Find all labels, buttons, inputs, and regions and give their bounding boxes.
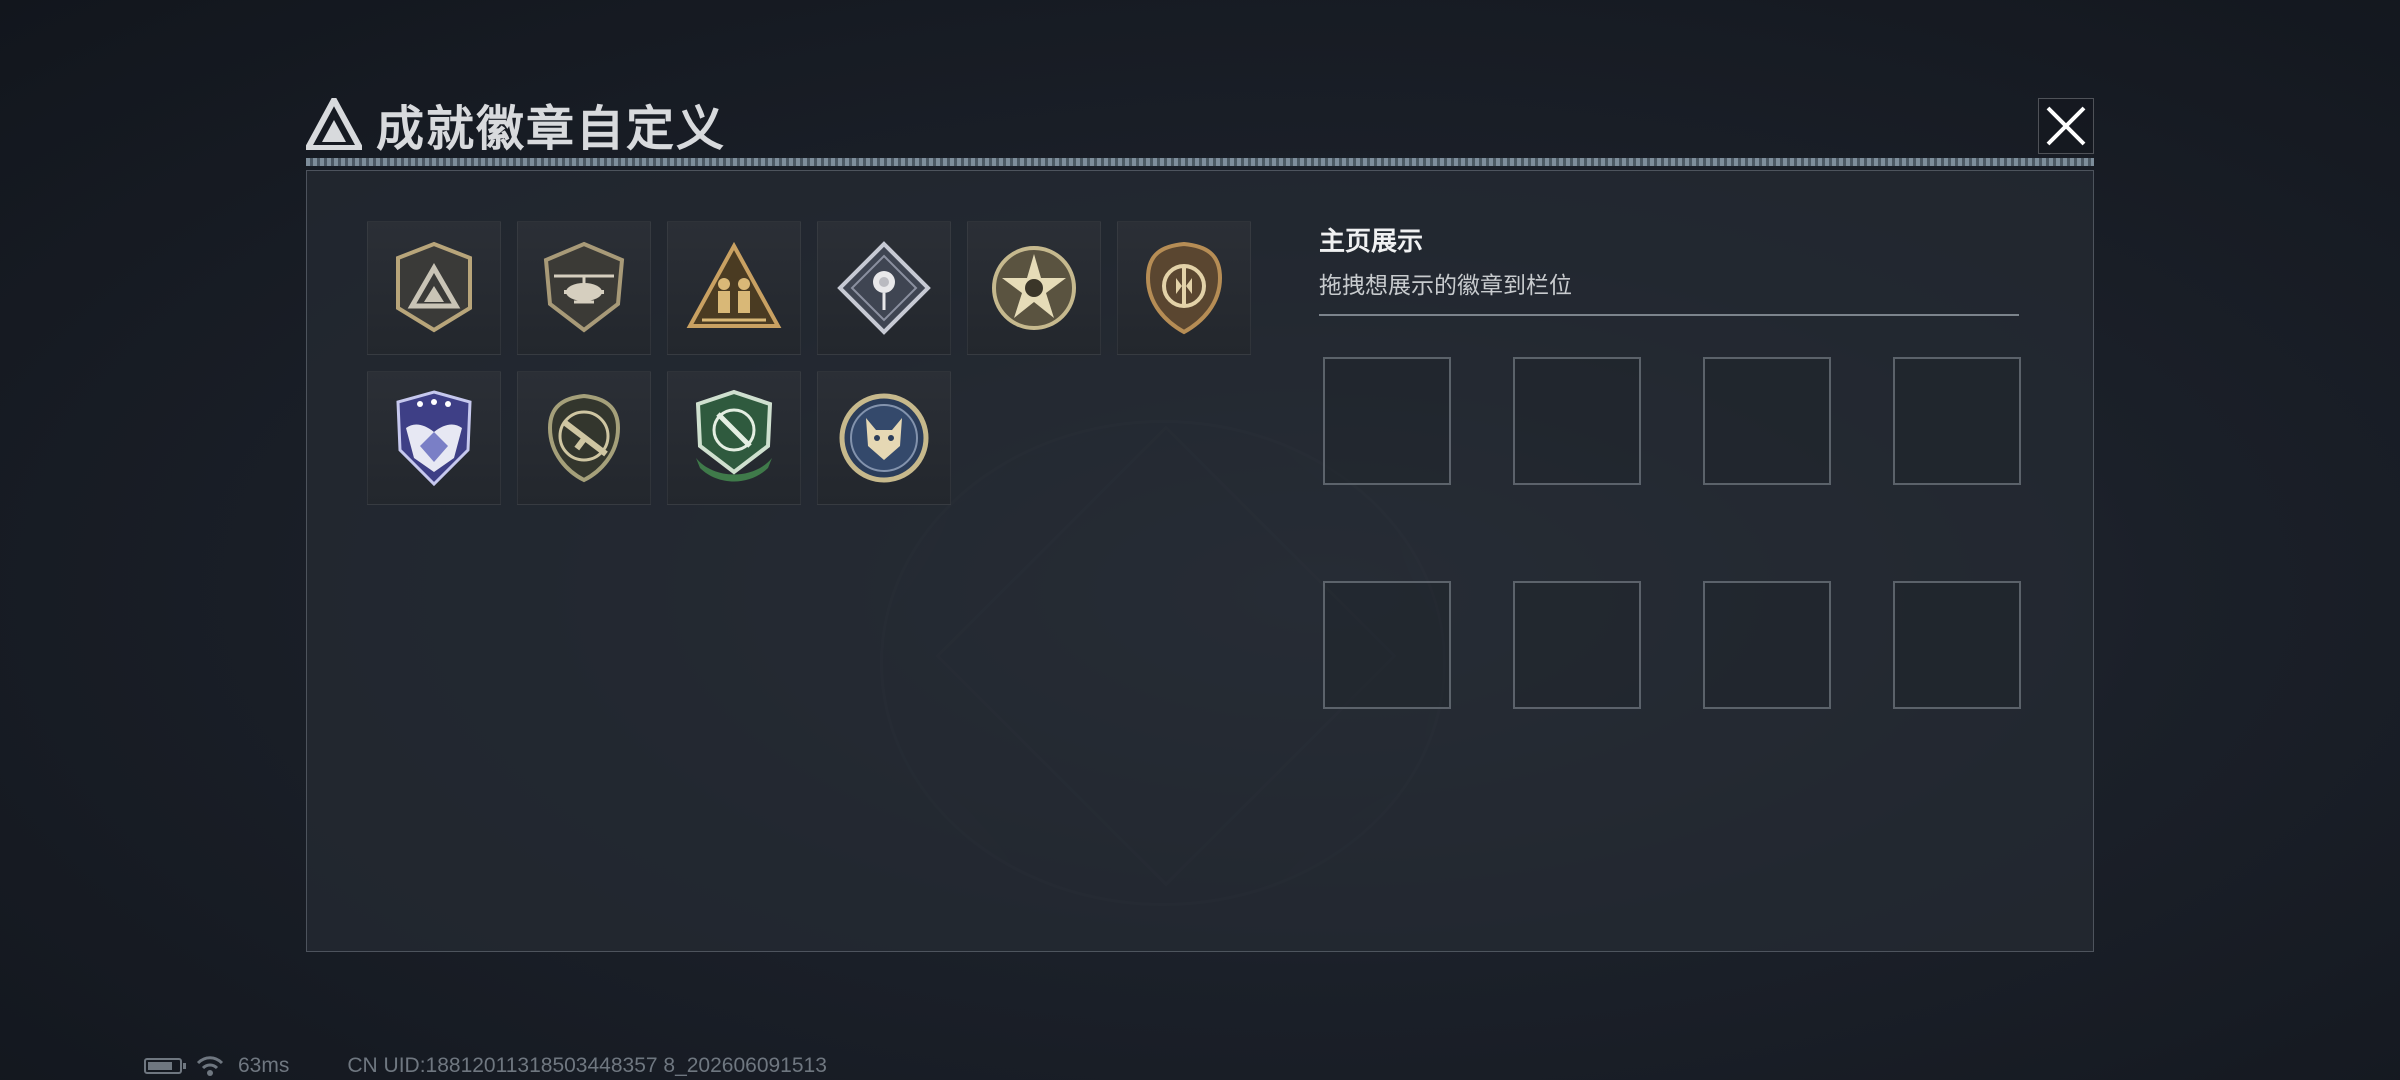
triangle-logo-icon [306, 98, 362, 150]
green-knife-shield-badge-icon [695, 389, 773, 482]
badge-slot[interactable] [1893, 357, 2021, 485]
window-header: 成就徽章自定义 [306, 92, 727, 157]
rifle-shield-badge-icon [547, 393, 621, 483]
close-icon [2046, 106, 2086, 146]
triangle-logo-shield-badge-icon [396, 241, 472, 333]
badge-slot[interactable] [1703, 357, 1831, 485]
battery-level [148, 1062, 172, 1070]
status-bar: 63ms CN UID:18812011318503448357 8_20260… [144, 1054, 827, 1078]
badge-cell[interactable] [517, 221, 651, 355]
badge-slot[interactable] [1513, 581, 1641, 709]
badge-grid [367, 221, 1251, 505]
badge-cell[interactable] [817, 371, 951, 505]
badge-slots [1323, 357, 2021, 709]
badge-cell[interactable] [517, 371, 651, 505]
wifi-icon [196, 1056, 224, 1076]
badge-cell[interactable] [817, 221, 951, 355]
display-subtitle: 拖拽想展示的徽章到栏位 [1319, 273, 1572, 299]
badge-cell[interactable] [367, 371, 501, 505]
helicopter-shield-badge-icon [543, 241, 625, 333]
winged-diamond-badge-icon [396, 390, 472, 487]
badge-slot[interactable] [1893, 581, 2021, 709]
badge-cell[interactable] [967, 221, 1101, 355]
rose-diamond-badge-icon [837, 241, 931, 335]
homepage-display-section: 主页展示 拖拽想展示的徽章到栏位 [1319, 221, 2019, 316]
badge-panel: 主页展示 拖拽想展示的徽章到栏位 [306, 170, 2094, 952]
round-shield-badge-icon [1145, 241, 1223, 335]
badge-cell[interactable] [367, 221, 501, 355]
header-divider [306, 158, 2094, 166]
badge-cell[interactable] [667, 371, 801, 505]
close-button[interactable] [2038, 98, 2094, 154]
badge-cell[interactable] [1117, 221, 1251, 355]
window-title: 成就徽章自定义 [376, 101, 727, 157]
badge-slot[interactable] [1323, 581, 1451, 709]
ping-text: 63ms [238, 1054, 290, 1077]
badge-slot[interactable] [1513, 357, 1641, 485]
badge-slot[interactable] [1323, 357, 1451, 485]
badge-cell[interactable] [667, 221, 801, 355]
uid-text: CN UID:18812011318503448357 8_2026060915… [347, 1054, 827, 1077]
soldiers-triangle-badge-icon [686, 241, 782, 328]
badge-slot[interactable] [1703, 581, 1831, 709]
battery-icon [144, 1058, 186, 1074]
star-medallion-badge-icon [992, 246, 1076, 330]
display-divider [1319, 314, 2019, 316]
wolf-medallion-badge-icon [839, 393, 929, 483]
display-title: 主页展示 [1319, 227, 1424, 257]
